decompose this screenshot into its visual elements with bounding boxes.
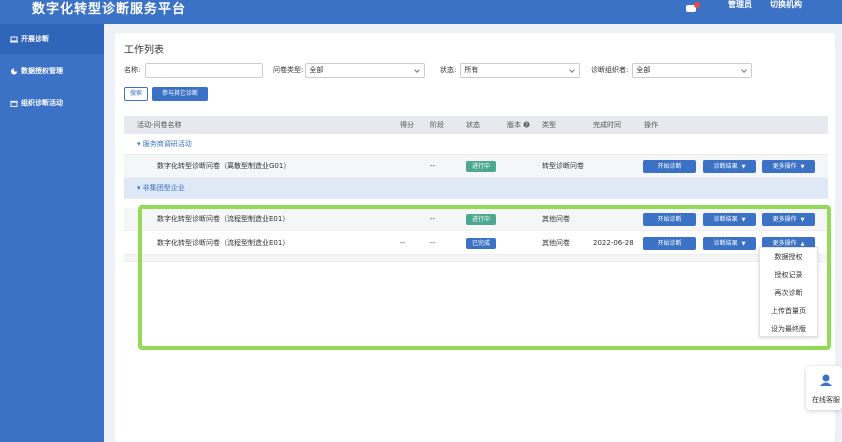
group-name: 服务商调研活动: [142, 140, 192, 148]
status-badge: 进行中: [466, 161, 496, 172]
sidebar: 开展诊断 数据授权管理 组织诊断活动: [0, 24, 104, 442]
caret-down-icon: ▼: [800, 164, 805, 170]
table-header: 活动-问卷名称 得分 阶段 状态 版本 ? 类型 完成时间 操作: [124, 116, 828, 134]
customer-service-label: 在线客服: [812, 396, 840, 404]
message-icon[interactable]: [686, 2, 700, 14]
caret-down-icon: ▾: [137, 184, 141, 192]
col-header-status: 状态: [466, 121, 480, 129]
group-row[interactable]: ▾ 非集团型企业: [124, 178, 828, 199]
name-input[interactable]: [145, 62, 264, 78]
col-header-stage: 阶段: [430, 121, 444, 129]
sidebar-item-organize-activity[interactable]: 组织诊断活动: [0, 88, 104, 118]
svg-text:?: ?: [525, 122, 528, 128]
top-bar: 数字化转型诊断服务平台 管理员 切换机构: [0, 0, 842, 24]
col-header-time: 完成时间: [593, 121, 621, 129]
headset-icon: [820, 374, 832, 386]
join-other-diagnosis-button[interactable]: 参与其它诊断: [152, 87, 208, 101]
chevron-down-icon: [741, 66, 748, 73]
row-type: 转型诊断问卷: [542, 162, 584, 170]
caret-down-icon: ▼: [741, 164, 746, 170]
org-select[interactable]: 全部: [632, 62, 753, 78]
status-filter: 状态: 所有: [440, 62, 581, 78]
type-select[interactable]: 全部: [305, 62, 426, 78]
start-diagnosis-button[interactable]: 开始诊断: [643, 160, 696, 173]
type-filter-label: 问卷类型:: [273, 66, 304, 74]
status-filter-label: 状态:: [440, 66, 457, 74]
row-stage: --: [430, 162, 436, 170]
chevron-down-icon: [414, 66, 421, 73]
sidebar-item-start-diagnosis[interactable]: 开展诊断: [0, 24, 104, 54]
sidebar-item-label: 开展诊断: [21, 35, 49, 43]
col-header-name: 活动-问卷名称: [137, 121, 182, 129]
org-select-value: 全部: [636, 65, 651, 74]
admin-link[interactable]: 管理员: [728, 0, 752, 10]
type-select-value: 全部: [309, 65, 324, 74]
sidebar-item-data-authorization[interactable]: 数据授权管理: [0, 56, 104, 86]
help-icon[interactable]: ?: [523, 121, 530, 128]
name-filter-label: 名称:: [124, 66, 141, 74]
col-header-score: 得分: [400, 121, 414, 129]
customer-service-widget[interactable]: 在线客服: [806, 366, 842, 410]
status-select-value: 所有: [464, 65, 479, 74]
group-toggle[interactable]: ▾ 非集团型企业: [137, 178, 185, 199]
diagnosis-result-button[interactable]: 诊断结果 ▼: [703, 160, 756, 173]
pie-chart-icon: [10, 67, 18, 75]
caret-down-icon: ▾: [137, 140, 141, 148]
row-name: 数字化转型诊断问卷（离散型制造业G01）: [157, 162, 291, 170]
laptop-icon: [10, 36, 18, 42]
group-row[interactable]: ▾ 服务商调研活动: [124, 134, 828, 155]
table-row: 数字化转型诊断问卷（离散型制造业G01） -- 进行中 转型诊断问卷 开始诊断 …: [124, 155, 828, 178]
search-button[interactable]: 搜索: [124, 87, 148, 101]
notification-dot: [694, 2, 700, 8]
status-select[interactable]: 所有: [460, 62, 581, 78]
calendar-icon: [10, 100, 18, 107]
sidebar-item-label: 数据授权管理: [21, 67, 63, 75]
type-filter: 问卷类型: 全部: [273, 62, 426, 78]
more-actions-button[interactable]: 更多操作 ▼: [762, 160, 815, 173]
highlight-box: [138, 205, 831, 350]
group-toggle[interactable]: ▾ 服务商调研活动: [137, 134, 192, 155]
col-header-actions: 操作: [644, 121, 658, 129]
org-filter: 诊断组织者: 全部: [591, 62, 753, 78]
page-title: 工作列表: [124, 45, 164, 56]
name-filter: 名称:: [124, 62, 264, 78]
sidebar-item-label: 组织诊断活动: [21, 99, 63, 107]
chevron-down-icon: [569, 66, 576, 73]
group-name: 非集团型企业: [142, 184, 185, 192]
switch-org-link[interactable]: 切换机构: [770, 0, 802, 10]
col-header-type: 类型: [542, 121, 556, 129]
col-header-version: 版本 ?: [507, 116, 530, 134]
org-filter-label: 诊断组织者:: [591, 66, 629, 74]
app-title: 数字化转型诊断服务平台: [32, 2, 187, 17]
